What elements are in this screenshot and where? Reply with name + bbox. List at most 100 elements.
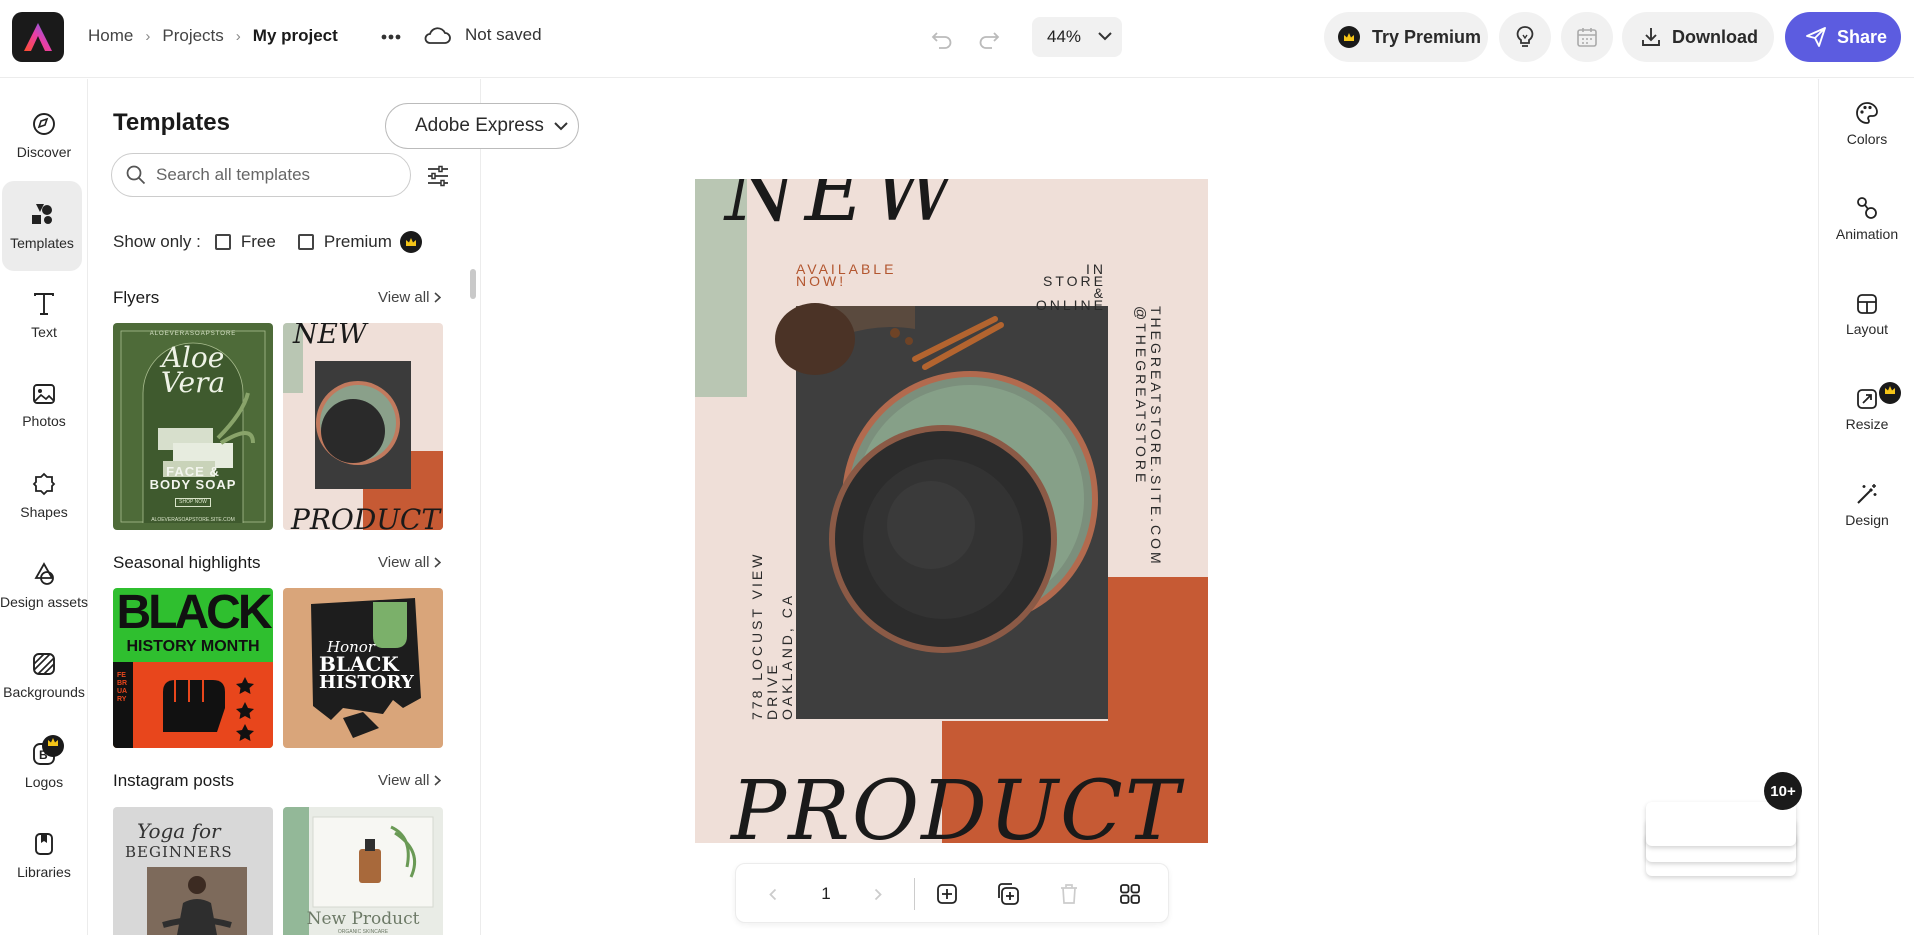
templates-panel: Templates Show only : Free Premium Flyer… [89, 79, 481, 935]
view-all-flyers-link[interactable]: View all [378, 289, 442, 306]
shapes-icon [32, 472, 56, 496]
undo-button[interactable] [925, 22, 959, 56]
rail-label: Templates [10, 235, 74, 251]
show-only-filters: Show only : Free Premium [113, 231, 444, 253]
rail-item-text[interactable]: Text [0, 271, 88, 361]
undo-icon [931, 32, 952, 49]
compass-icon [33, 113, 55, 135]
section-title: Instagram posts [113, 771, 234, 790]
prev-page-button[interactable] [758, 879, 788, 909]
rail-item-backgrounds[interactable]: Backgrounds [0, 631, 88, 721]
rail-item-shapes[interactable]: Shapes [0, 451, 88, 541]
yoga-line-2: BEGINNERS [125, 843, 233, 861]
template-thumb-aloe-vera[interactable]: ALOEVERASOAPSTORE Aloe Vera FACE & BODY … [113, 323, 273, 530]
pages-count-badge[interactable]: 10+ [1764, 772, 1802, 810]
breadcrumb-home[interactable]: Home [88, 26, 133, 46]
template-thumb-yoga[interactable]: Yoga for BEGINNERS [113, 807, 273, 935]
rail-item-animation[interactable]: Animation [1819, 179, 1914, 259]
template-search[interactable] [111, 153, 411, 197]
page-navigator: 1 [735, 863, 1169, 923]
rail-label: Discover [16, 144, 72, 160]
premium-checkbox[interactable]: Premium [297, 231, 422, 253]
delete-page-button[interactable] [1054, 879, 1084, 909]
aloe-title-line: Vera [160, 366, 226, 399]
premium-label: Premium [323, 232, 392, 251]
send-icon [1806, 27, 1826, 47]
poster-instore[interactable]: IN STORE & ONLINE [1022, 262, 1106, 312]
duplicate-icon [998, 883, 1019, 905]
schedule-button[interactable] [1561, 12, 1613, 62]
free-checkbox[interactable]: Free [214, 232, 276, 252]
show-only-label: Show only : [113, 232, 201, 251]
rail-item-layout[interactable]: Layout [1819, 275, 1914, 355]
search-icon [126, 165, 146, 185]
rail-label: Design [1845, 512, 1889, 528]
rail-item-discover[interactable]: Discover [0, 91, 88, 181]
add-page-button[interactable] [932, 879, 962, 909]
template-thumb-new-product-post[interactable]: New Product ORGANIC SKINCARE [283, 807, 443, 935]
rail-label: Photos [22, 413, 66, 429]
view-all-instagram-link[interactable]: View all [378, 772, 442, 789]
page-sheet [1646, 802, 1796, 846]
checkbox-box[interactable] [297, 234, 314, 250]
panel-scrollbar[interactable] [470, 269, 476, 299]
cloud-icon [424, 27, 451, 44]
crown-icon [399, 231, 422, 253]
grid-view-button[interactable] [1115, 879, 1145, 909]
honor-black: BLACK [319, 652, 399, 676]
share-button[interactable]: Share [1785, 12, 1901, 62]
text-icon [34, 293, 54, 315]
rail-item-photos[interactable]: Photos [0, 361, 88, 451]
poster-address[interactable]: 778 LOCUST VIEW DRIVE OAKLAND, CA [749, 490, 795, 720]
ideas-button[interactable] [1499, 12, 1551, 62]
search-input[interactable] [156, 165, 396, 185]
rail-item-resize[interactable]: Resize [1819, 370, 1914, 450]
more-options-button[interactable] [376, 22, 406, 52]
np-title: New Product [306, 909, 420, 929]
view-all-seasonal-link[interactable]: View all [378, 554, 442, 571]
design-canvas[interactable]: NEW AVAILABLE NOW! IN STORE & ONLINE 778… [695, 179, 1208, 843]
libraries-icon [35, 833, 53, 855]
save-status: Not saved [423, 25, 542, 45]
adobe-express-logo[interactable] [12, 12, 64, 62]
rail-label: Backgrounds [3, 684, 85, 700]
breadcrumb-current[interactable]: My project [253, 26, 338, 46]
breadcrumb-projects[interactable]: Projects [162, 26, 223, 46]
template-thumb-honor-black-history[interactable]: Honor BLACK HISTORY [283, 588, 443, 748]
filter-button[interactable] [423, 161, 453, 191]
zoom-select[interactable]: 44% [1032, 17, 1122, 57]
next-page-button[interactable] [863, 879, 893, 909]
rail-label: Animation [1835, 226, 1899, 242]
address-line: 778 LOCUST VIEW DRIVE [749, 551, 780, 720]
rail-item-design[interactable]: Design [1819, 465, 1914, 545]
checkbox-box[interactable] [214, 234, 231, 250]
crown-icon [1338, 26, 1360, 48]
redo-button[interactable] [972, 22, 1006, 56]
rail-item-templates[interactable]: Templates [2, 181, 82, 271]
poster-footer[interactable]: PRODUCT [731, 764, 1181, 843]
rail-item-logos[interactable]: B Logos [0, 721, 88, 811]
left-rail: Discover Templates Text Photos Shapes De… [0, 79, 88, 935]
rail-label: Colors [1846, 131, 1888, 147]
download-button[interactable]: Download [1622, 12, 1774, 62]
panel-title: Templates [113, 109, 230, 136]
try-premium-button[interactable]: Try Premium [1324, 12, 1488, 62]
website-line: THEGREATSTORE.SITE.COM [1148, 306, 1164, 567]
bh-feb: FEBRUARY [117, 672, 128, 703]
rail-item-design-assets[interactable]: Design assets [0, 541, 88, 631]
aloe-title: Aloe Vera [113, 344, 273, 399]
rail-label: Logos [24, 774, 64, 790]
template-thumb-new-product[interactable]: NEW PRODUCT [283, 323, 443, 530]
duplicate-page-button[interactable] [993, 879, 1023, 909]
template-source-dropdown[interactable]: Adobe Express [385, 103, 579, 149]
poster-headline[interactable]: NEW [725, 179, 965, 240]
rail-item-libraries[interactable]: Libraries [0, 811, 88, 901]
bh-month: HISTORY MONTH [126, 638, 260, 655]
poster-available[interactable]: AVAILABLE NOW! [796, 262, 896, 288]
template-thumb-black-history-month[interactable]: BLACK HISTORY MONTH FEBRUARY [113, 588, 273, 748]
flyer2-bottom: PRODUCT [291, 503, 441, 530]
pager-divider [914, 878, 915, 910]
templates-icon [32, 204, 52, 224]
rail-item-colors[interactable]: Colors [1819, 84, 1914, 164]
poster-website[interactable]: THEGREATSTORE.SITE.COM @THEGREATSTORE [1133, 306, 1164, 567]
